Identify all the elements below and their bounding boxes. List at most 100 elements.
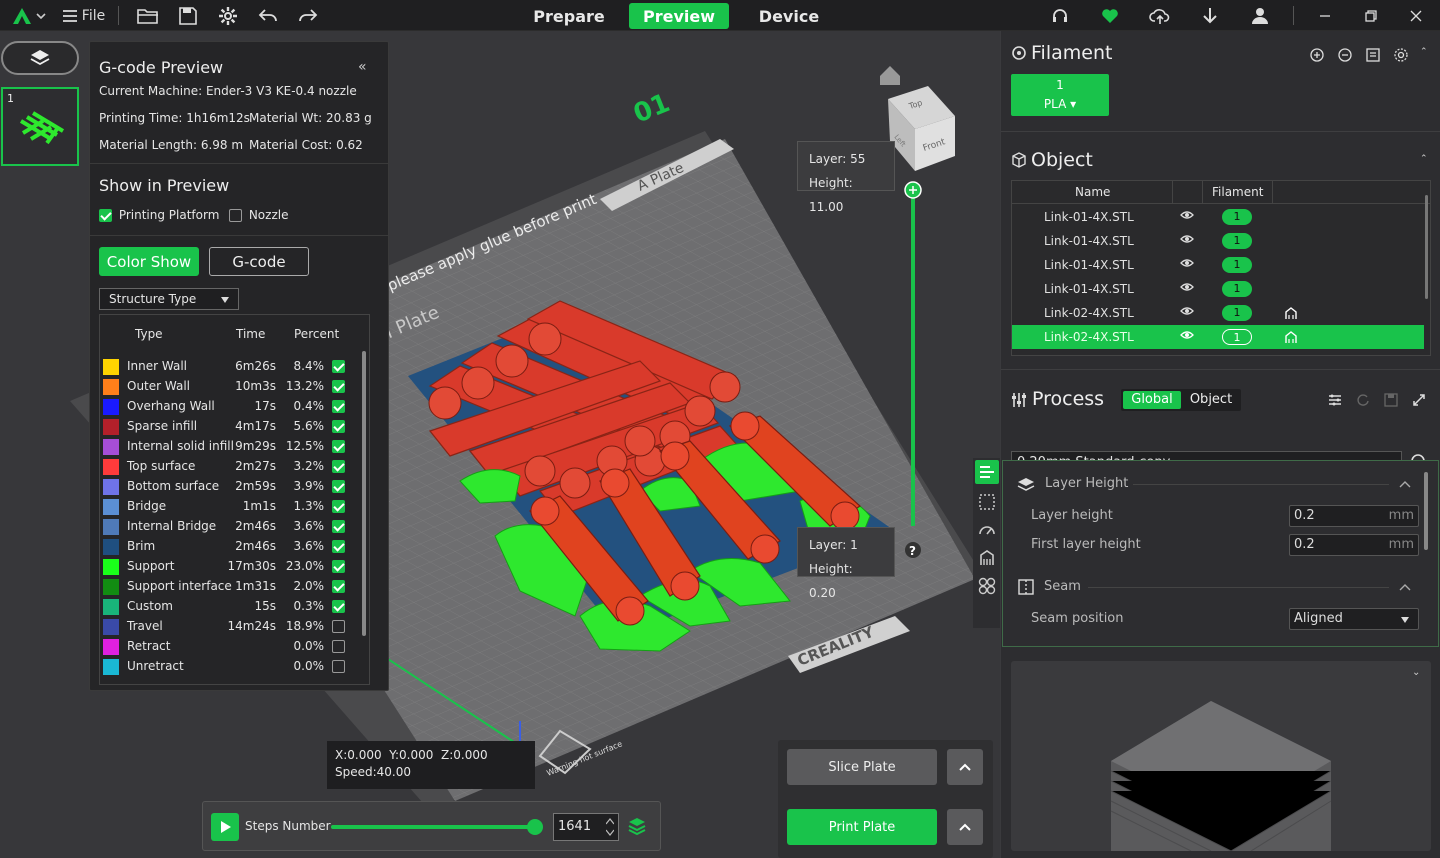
side-tool-others[interactable] [975,574,999,601]
slice-options-button[interactable] [947,749,983,785]
eye-icon[interactable] [1180,258,1194,268]
object-filament-badge[interactable]: 1 [1222,329,1252,345]
collapse-button[interactable]: « [358,59,367,75]
structure-type-select[interactable]: Structure Type [99,288,239,310]
open-folder-button[interactable] [135,0,161,31]
account-button[interactable] [1247,0,1273,31]
legend-visibility-checkbox[interactable] [332,520,345,533]
redo-button[interactable] [295,0,321,31]
eye-icon[interactable] [1180,330,1194,340]
maximize-button[interactable] [1358,0,1384,31]
list-settings-icon[interactable] [1328,393,1342,407]
view-cube[interactable]: Top Front Left [888,86,955,171]
legend-visibility-checkbox[interactable] [332,420,345,433]
plate-list-toggle[interactable] [1,41,79,75]
steps-slider-track[interactable] [331,819,543,835]
seam-position-select[interactable]: Aligned [1289,608,1419,630]
edit-filament-icon[interactable] [1366,48,1380,62]
nozzle-toggle[interactable]: Nozzle [229,208,288,222]
layer-stack-button[interactable] [627,816,647,839]
object-row[interactable]: Link-01-4X.STL 1 [1012,205,1424,229]
legend-visibility-checkbox[interactable] [332,620,345,633]
object-scrollbar[interactable] [1425,195,1428,299]
reset-icon[interactable] [1356,393,1370,407]
download-button[interactable] [1197,0,1223,31]
filament-settings-icon[interactable] [1394,48,1408,62]
first-layer-height-input[interactable]: 0.2 mm [1289,534,1419,556]
object-row[interactable]: Link-02-4X.STL 1 [1012,325,1424,349]
settings-scrollbar[interactable] [1424,472,1428,550]
side-tool-support[interactable] [975,546,999,573]
legend-visibility-checkbox[interactable] [332,460,345,473]
legend-visibility-checkbox[interactable] [332,360,345,373]
gcode-button[interactable]: G-code [209,247,309,276]
steps-input[interactable]: 1641 [553,813,619,841]
file-menu[interactable]: File [58,0,108,31]
cloud-upload-button[interactable] [1147,0,1173,31]
3d-viewport[interactable]: A Plate 01 please apply glue before prin… [0,31,1000,858]
legend-visibility-checkbox[interactable] [332,500,345,513]
collapse-object[interactable]: ⌃ [1420,154,1428,164]
save-preset-icon[interactable] [1384,393,1398,407]
object-row[interactable]: Link-01-4X.STL 1 [1012,253,1424,277]
play-button[interactable] [211,813,239,841]
legend-visibility-checkbox[interactable] [332,560,345,573]
support-paint-icon[interactable] [1284,330,1298,344]
steps-slider-handle[interactable] [526,819,543,835]
eye-icon[interactable] [1180,210,1194,220]
tab-object[interactable]: Object [1183,391,1239,409]
settings-button[interactable] [215,0,241,31]
legend-visibility-checkbox[interactable] [332,540,345,553]
object-row[interactable]: Link-02-4X.STL 1 [1012,301,1424,325]
slice-plate-button[interactable]: Slice Plate [787,749,937,785]
model-store-button[interactable] [1097,0,1123,31]
remove-filament-icon[interactable] [1338,48,1352,62]
legend-visibility-checkbox[interactable] [332,640,345,653]
app-logo-menu[interactable] [10,0,48,31]
tab-preview[interactable]: Preview [629,3,729,29]
object-filament-badge[interactable]: 1 [1222,305,1252,321]
legend-visibility-checkbox[interactable] [332,580,345,593]
compare-icon[interactable] [1411,392,1427,408]
object-filament-badge[interactable]: 1 [1222,233,1252,249]
object-filament-badge[interactable]: 1 [1222,257,1252,273]
support-paint-icon[interactable] [1284,306,1298,320]
chevron-up-icon[interactable] [1399,480,1411,488]
legend-visibility-checkbox[interactable] [332,440,345,453]
printing-platform-toggle[interactable]: Printing Platform [99,208,219,222]
undo-button[interactable] [255,0,281,31]
close-button[interactable] [1403,0,1429,31]
support-button[interactable] [1047,0,1073,31]
print-options-button[interactable] [947,809,983,845]
chevron-up-icon[interactable] [1399,583,1411,591]
legend-visibility-checkbox[interactable] [332,660,345,673]
filament-slot-1[interactable]: 1 PLA ▾ [1011,74,1109,116]
object-row[interactable]: Link-01-4X.STL 1 [1012,229,1424,253]
legend-visibility-checkbox[interactable] [332,380,345,393]
eye-icon[interactable] [1180,282,1194,292]
save-button[interactable] [175,0,201,31]
minimize-button[interactable] [1312,0,1338,31]
side-tool-quality[interactable] [975,460,999,484]
color-show-button[interactable]: Color Show [99,247,199,276]
add-filament-icon[interactable] [1310,48,1324,62]
object-row[interactable]: Link-01-4X.STL 1 [1012,277,1424,301]
print-plate-button[interactable]: Print Plate [787,809,937,845]
object-filament-badge[interactable]: 1 [1222,281,1252,297]
legend-scrollbar[interactable] [362,351,366,636]
legend-visibility-checkbox[interactable] [332,600,345,613]
collapse-filament[interactable]: ⌃ [1420,47,1428,57]
home-view-icon[interactable] [880,66,900,85]
object-filament-badge[interactable]: 1 [1222,209,1252,225]
layer-height-input[interactable]: 0.2 mm [1289,505,1419,527]
side-tool-speed[interactable] [975,518,999,545]
legend-visibility-checkbox[interactable] [332,400,345,413]
tab-device[interactable]: Device [740,3,838,29]
legend-visibility-checkbox[interactable] [332,480,345,493]
side-tool-strength[interactable] [975,490,999,517]
eye-icon[interactable] [1180,234,1194,244]
tab-global[interactable]: Global [1123,391,1181,409]
plate-thumbnail[interactable]: 1 [1,87,79,166]
tab-prepare[interactable]: Prepare [520,3,618,29]
eye-icon[interactable] [1180,306,1194,316]
